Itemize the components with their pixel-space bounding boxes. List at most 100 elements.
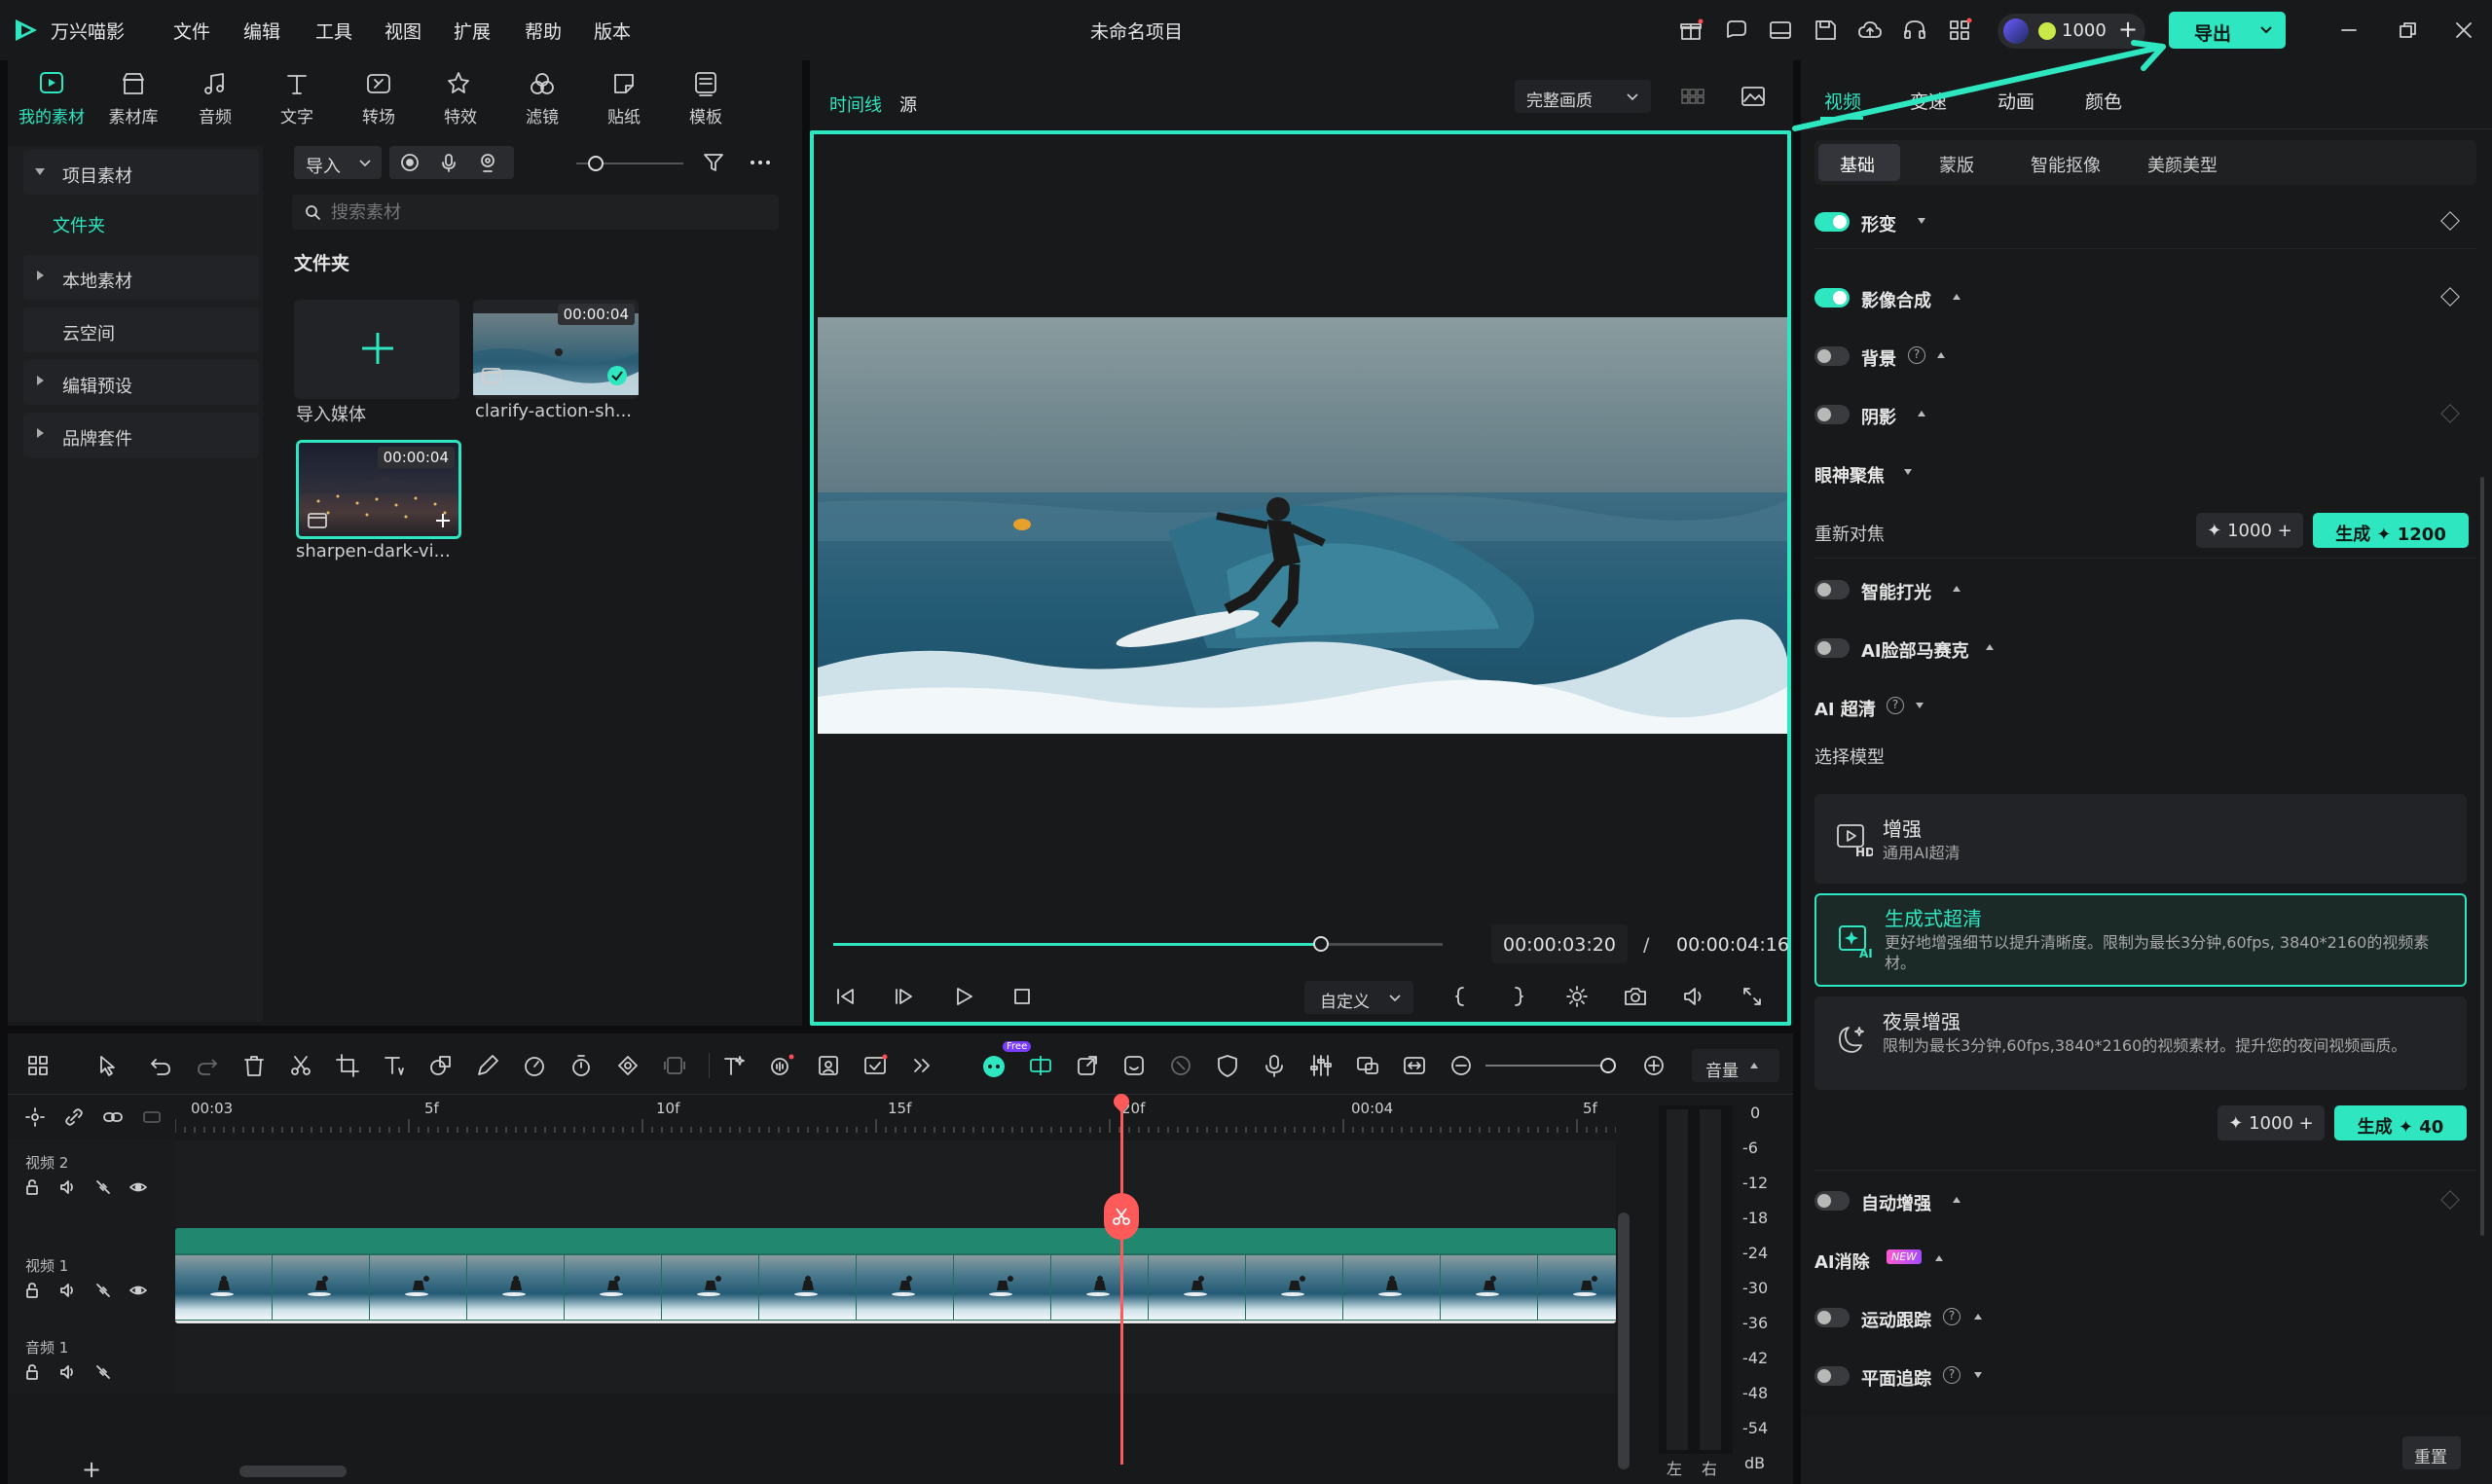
chevron-down-icon[interactable]	[2258, 21, 2274, 37]
tree-cloud[interactable]: 云空间	[23, 308, 259, 352]
caret-up-icon[interactable]	[1953, 586, 1961, 592]
sub-tab-beauty[interactable]: 美颜美型	[2147, 152, 2217, 177]
gift-icon[interactable]	[1676, 16, 1705, 45]
caret-up-icon[interactable]	[1918, 411, 1925, 416]
crop-icon[interactable]	[333, 1051, 362, 1080]
tab-my-media[interactable]: 我的素材	[18, 68, 86, 140]
ai-image-icon[interactable]	[861, 1051, 890, 1080]
media-card-clarify[interactable]: 00:00:04	[473, 300, 639, 399]
search-field[interactable]	[292, 195, 779, 230]
pen-icon[interactable]	[473, 1051, 502, 1080]
stop-icon[interactable]	[1008, 983, 1036, 1010]
link-icon[interactable]	[101, 1105, 125, 1129]
keyframe-diamond-icon[interactable]	[2440, 211, 2460, 231]
eye-icon[interactable]	[128, 1177, 148, 1197]
webcam-icon[interactable]	[477, 152, 498, 173]
menu-extensions[interactable]: 扩展	[454, 18, 491, 44]
lock-icon[interactable]	[23, 1177, 43, 1197]
refocus-credits-button[interactable]: ✦ 1000 +	[2196, 513, 2303, 548]
help-icon[interactable]: ?	[1943, 1366, 1961, 1384]
text-tool-icon[interactable]	[380, 1051, 409, 1080]
transform-toggle[interactable]	[1814, 212, 1850, 232]
add-track-button[interactable]: +	[82, 1456, 101, 1483]
close-icon[interactable]	[2449, 16, 2478, 45]
menu-file[interactable]: 文件	[173, 18, 210, 44]
undo-icon[interactable]	[146, 1051, 175, 1080]
preview-tab-timeline[interactable]: 时间线	[829, 91, 882, 117]
compositing-toggle[interactable]	[1814, 288, 1850, 308]
tab-transition[interactable]: 转场	[345, 68, 413, 140]
menu-view[interactable]: 视图	[385, 18, 421, 44]
import-media-card[interactable]	[294, 300, 459, 399]
menu-help[interactable]: 帮助	[525, 18, 562, 44]
thumbnail-size-slider[interactable]	[576, 154, 683, 173]
sr-credits-button[interactable]: ✦ 1000 +	[2217, 1105, 2325, 1140]
tab-effects[interactable]: 特效	[426, 68, 495, 140]
restore-icon[interactable]	[2393, 16, 2422, 45]
tab-text[interactable]: 文字	[263, 68, 331, 140]
timer-icon[interactable]	[567, 1051, 596, 1080]
track-settings-icon[interactable]	[23, 1105, 47, 1129]
replace-icon[interactable]	[1353, 1051, 1382, 1080]
playback-progress[interactable]	[833, 936, 1443, 952]
marker-icon[interactable]	[140, 1105, 164, 1129]
search-input[interactable]	[331, 199, 759, 226]
microphone-icon[interactable]	[438, 152, 459, 173]
slider-handle[interactable]	[588, 156, 604, 171]
video-clip[interactable]	[175, 1228, 1616, 1323]
caret-up-icon[interactable]	[1953, 1197, 1961, 1203]
fullscreen-icon[interactable]	[1739, 983, 1766, 1010]
model-card-enhance[interactable]: HD 增强 通用AI超清	[1814, 794, 2467, 884]
ai-audio-icon[interactable]	[767, 1051, 796, 1080]
render-settings-icon[interactable]	[1563, 983, 1591, 1010]
caret-up-icon[interactable]	[1935, 1255, 1943, 1261]
menu-version[interactable]: 版本	[594, 18, 631, 44]
add-to-timeline-icon[interactable]	[433, 511, 453, 530]
caret-up-icon[interactable]	[1974, 1314, 1982, 1320]
tab-stock[interactable]: 素材库	[99, 68, 167, 140]
caret-down-icon[interactable]	[1974, 1372, 1982, 1378]
feedback-icon[interactable]	[1721, 16, 1750, 45]
refocus-generate-button[interactable]: 生成 ✦ 1200	[2313, 513, 2469, 548]
record-screen-icon[interactable]	[399, 152, 421, 173]
motion-track-toggle[interactable]	[1814, 1308, 1850, 1327]
sub-tab-mask[interactable]: 蒙版	[1939, 152, 1974, 177]
more-tools-icon[interactable]	[907, 1051, 936, 1080]
caret-up-icon[interactable]	[1986, 644, 1994, 650]
lock-icon[interactable]	[23, 1362, 43, 1382]
speaker-icon[interactable]	[58, 1362, 78, 1382]
delete-icon[interactable]	[239, 1051, 269, 1080]
tab-filter[interactable]: 滤镜	[508, 68, 576, 140]
playhead-line[interactable]	[1120, 1100, 1123, 1465]
import-dropdown[interactable]: 导入	[294, 146, 382, 179]
tree-local-media[interactable]: 本地素材	[23, 255, 259, 300]
caret-up-icon[interactable]	[1937, 352, 1945, 358]
caret-down-icon[interactable]	[1918, 218, 1925, 224]
volume-dropdown[interactable]: 音量	[1692, 1049, 1779, 1082]
video-frame[interactable]	[818, 317, 1787, 734]
sub-tab-basic[interactable]: 基础	[1840, 152, 1875, 177]
progress-handle[interactable]	[1312, 936, 1329, 952]
snapshot-view-icon[interactable]	[1739, 82, 1768, 111]
sub-tab-smart-cutout[interactable]: 智能抠像	[2031, 152, 2101, 177]
timeline-vertical-scrollbar[interactable]	[1618, 1213, 1630, 1469]
split-scissor-button[interactable]	[1104, 1193, 1139, 1240]
step-forward-icon[interactable]	[890, 983, 917, 1010]
scissors-icon[interactable]	[286, 1051, 315, 1080]
shape-icon[interactable]	[426, 1051, 456, 1080]
link-off-icon[interactable]	[93, 1362, 113, 1382]
unlink-icon[interactable]	[62, 1105, 86, 1129]
shield-icon[interactable]	[1213, 1051, 1242, 1080]
mixer-icon[interactable]	[1306, 1051, 1336, 1080]
grid-view-icon[interactable]	[1678, 82, 1707, 111]
shadow-toggle[interactable]	[1814, 405, 1850, 424]
stabilize-icon[interactable]	[1166, 1051, 1195, 1080]
mark-out-icon[interactable]	[1505, 983, 1532, 1010]
help-icon[interactable]: ?	[1887, 697, 1904, 714]
zoom-dropdown[interactable]: 自定义	[1304, 981, 1413, 1014]
tree-folder[interactable]: 文件夹	[53, 212, 105, 237]
preview-tab-source[interactable]: 源	[899, 91, 917, 117]
tree-edit-presets[interactable]: 编辑预设	[23, 360, 259, 405]
speaker-icon[interactable]	[58, 1281, 78, 1300]
menu-tools[interactable]: 工具	[315, 18, 352, 44]
